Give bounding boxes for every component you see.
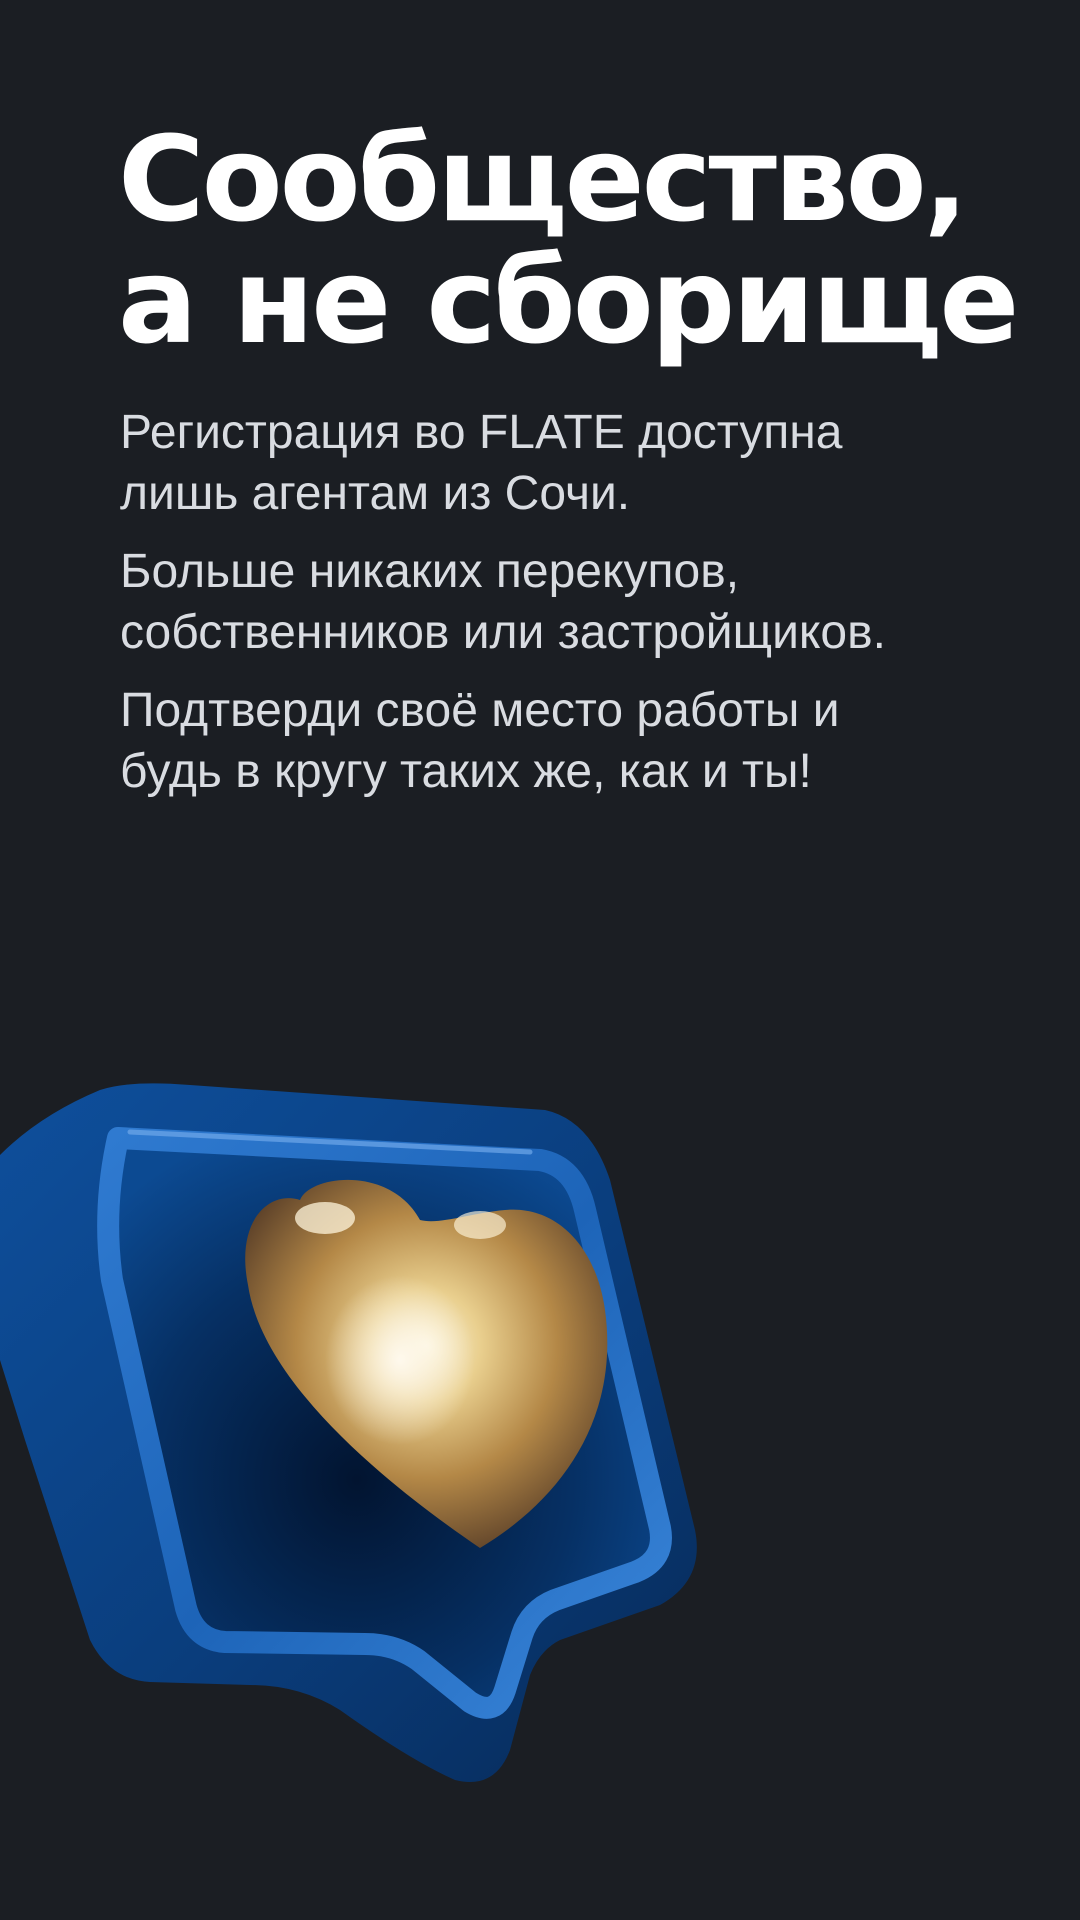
paragraph-confirm-work: Подтверди своё место работы и будь в кру…: [120, 680, 1020, 802]
description: Регистрация во FLATE доступна лишь агент…: [120, 402, 1020, 819]
headline-line-2: а не сборище: [118, 232, 1019, 370]
paragraph-no-resellers: Больше никаких перекупов, собственников …: [120, 541, 1020, 663]
paragraph-registration: Регистрация во FLATE доступна лишь агент…: [120, 402, 1020, 524]
paragraph-line: собственников или застройщиков.: [120, 606, 886, 659]
onboarding-screen: Сообщество, а не сборище Регистрация во …: [0, 0, 1080, 1920]
paragraph-line: Больше никаких перекупов,: [120, 545, 740, 598]
headline: Сообщество, а не сборище: [118, 110, 1019, 370]
headline-line-1: Сообщество,: [118, 110, 969, 248]
paragraph-line: будь в кругу таких же, как и ты!: [120, 745, 812, 798]
speech-bubble-heart-icon: [0, 1083, 697, 1782]
paragraph-line: Регистрация во FLATE доступна: [120, 406, 843, 459]
paragraph-line: Подтверди своё место работы и: [120, 684, 840, 737]
paragraph-line: лишь агентам из Сочи.: [120, 467, 631, 520]
